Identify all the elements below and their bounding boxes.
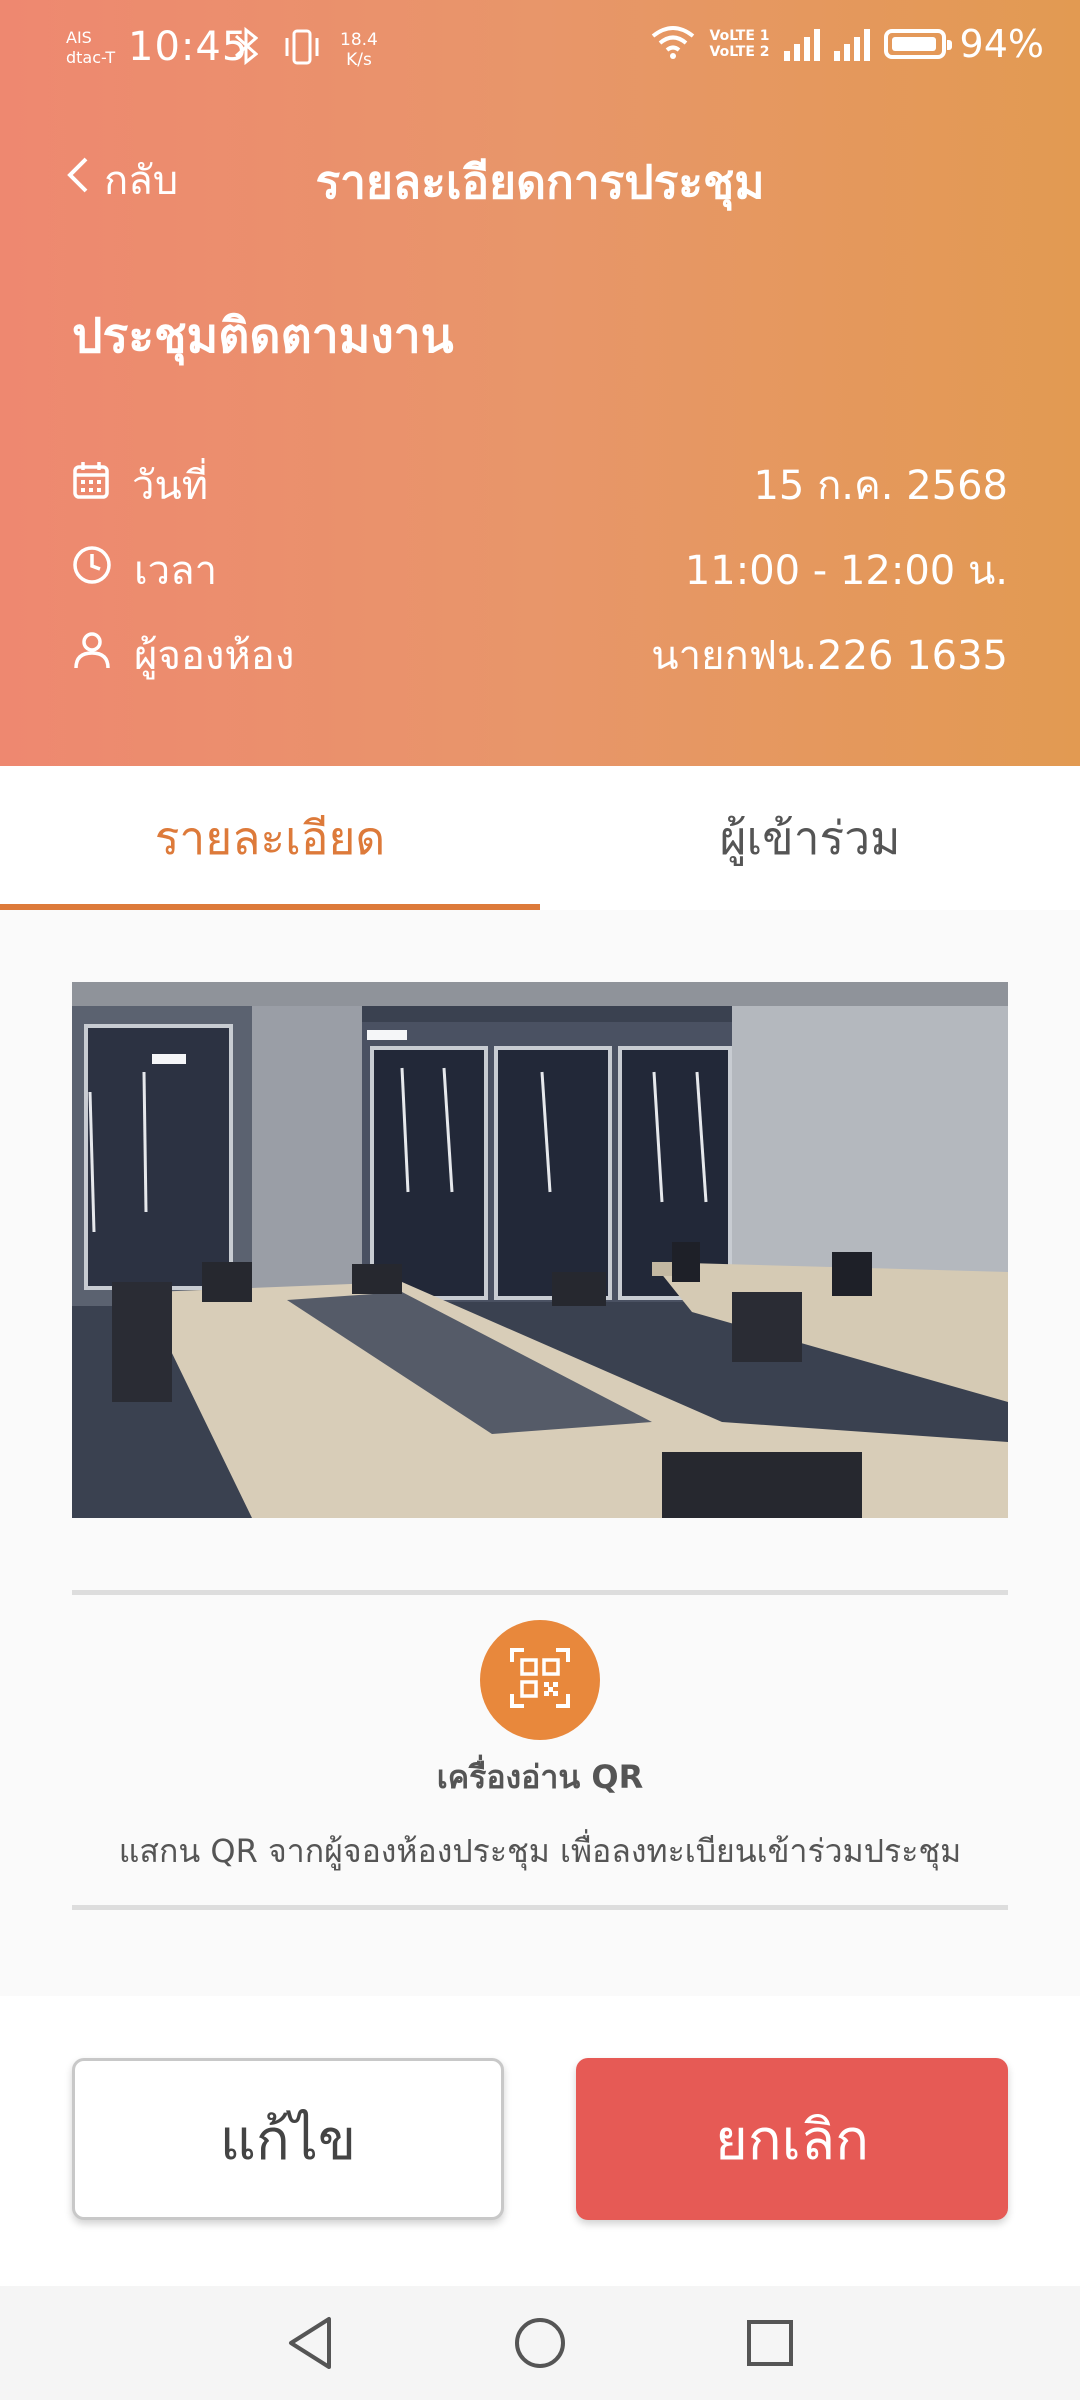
info-label: วันที่ bbox=[132, 463, 209, 509]
person-icon bbox=[72, 630, 112, 680]
bluetooth-icon bbox=[234, 26, 259, 75]
signal-icon bbox=[783, 27, 820, 61]
nav-home-icon[interactable] bbox=[500, 2308, 580, 2378]
battery-percent: 94% bbox=[959, 22, 1044, 66]
volte-badge: VoLTE 1 VoLTE 2 bbox=[709, 28, 770, 60]
net-speed: 18.4 K/s bbox=[340, 30, 378, 70]
nav-back-icon[interactable] bbox=[270, 2308, 350, 2378]
info-value: นายกฟน.226 1635 bbox=[651, 633, 1008, 679]
info-row-date: วันที่ 15 ก.ค. 2568 bbox=[72, 455, 1008, 515]
carrier-label: AIS dtac-T bbox=[66, 28, 116, 67]
meeting-title: ประชุมติดตามงาน bbox=[72, 308, 454, 364]
signal-icon bbox=[833, 27, 870, 61]
info-label: เวลา bbox=[134, 548, 218, 594]
qr-reader-button[interactable] bbox=[480, 1620, 600, 1740]
status-bar: AIS dtac-T 10:45 18.4 K/s VoLTE 1 VoLTE … bbox=[0, 0, 1080, 100]
calendar-icon bbox=[72, 460, 110, 510]
action-bar: แก้ไข ยกเลิก bbox=[0, 1996, 1080, 2286]
cancel-button[interactable]: ยกเลิก bbox=[576, 2058, 1008, 2220]
divider bbox=[72, 1905, 1008, 1910]
edit-button[interactable]: แก้ไข bbox=[72, 2058, 504, 2220]
room-photo bbox=[72, 982, 1008, 1518]
tab-attendees[interactable]: ผู้เข้าร่วม bbox=[540, 766, 1080, 910]
qr-code-icon bbox=[510, 1648, 570, 1712]
qr-reader-title: เครื่องอ่าน QR bbox=[436, 1758, 644, 1796]
nav-recents-icon[interactable] bbox=[730, 2308, 810, 2378]
battery-icon bbox=[883, 29, 952, 59]
info-row-booker: ผู้จองห้อง นายกฟน.226 1635 bbox=[72, 625, 1008, 685]
info-row-time: เวลา 11:00 - 12:00 น. bbox=[72, 540, 1008, 600]
clock-icon bbox=[72, 545, 112, 595]
header: AIS dtac-T 10:45 18.4 K/s VoLTE 1 VoLTE … bbox=[0, 0, 1080, 766]
divider bbox=[72, 1590, 1008, 1595]
info-label: ผู้จองห้อง bbox=[134, 633, 295, 679]
page-title: รายละเอียดการประชุม bbox=[315, 155, 765, 209]
status-time: 10:45 bbox=[128, 24, 249, 70]
system-nav-bar bbox=[0, 2286, 1080, 2400]
info-value: 11:00 - 12:00 น. bbox=[684, 548, 1008, 594]
qr-reader-description: แสกน QR จากผู้จองห้องประชุม เพื่อลงทะเบี… bbox=[118, 1832, 962, 1870]
vibrate-icon bbox=[282, 28, 322, 75]
info-value: 15 ก.ค. 2568 bbox=[753, 463, 1008, 509]
wifi-icon bbox=[650, 24, 696, 64]
tab-details[interactable]: รายละเอียด bbox=[0, 766, 540, 910]
tab-bar: รายละเอียด ผู้เข้าร่วม bbox=[0, 766, 1080, 910]
